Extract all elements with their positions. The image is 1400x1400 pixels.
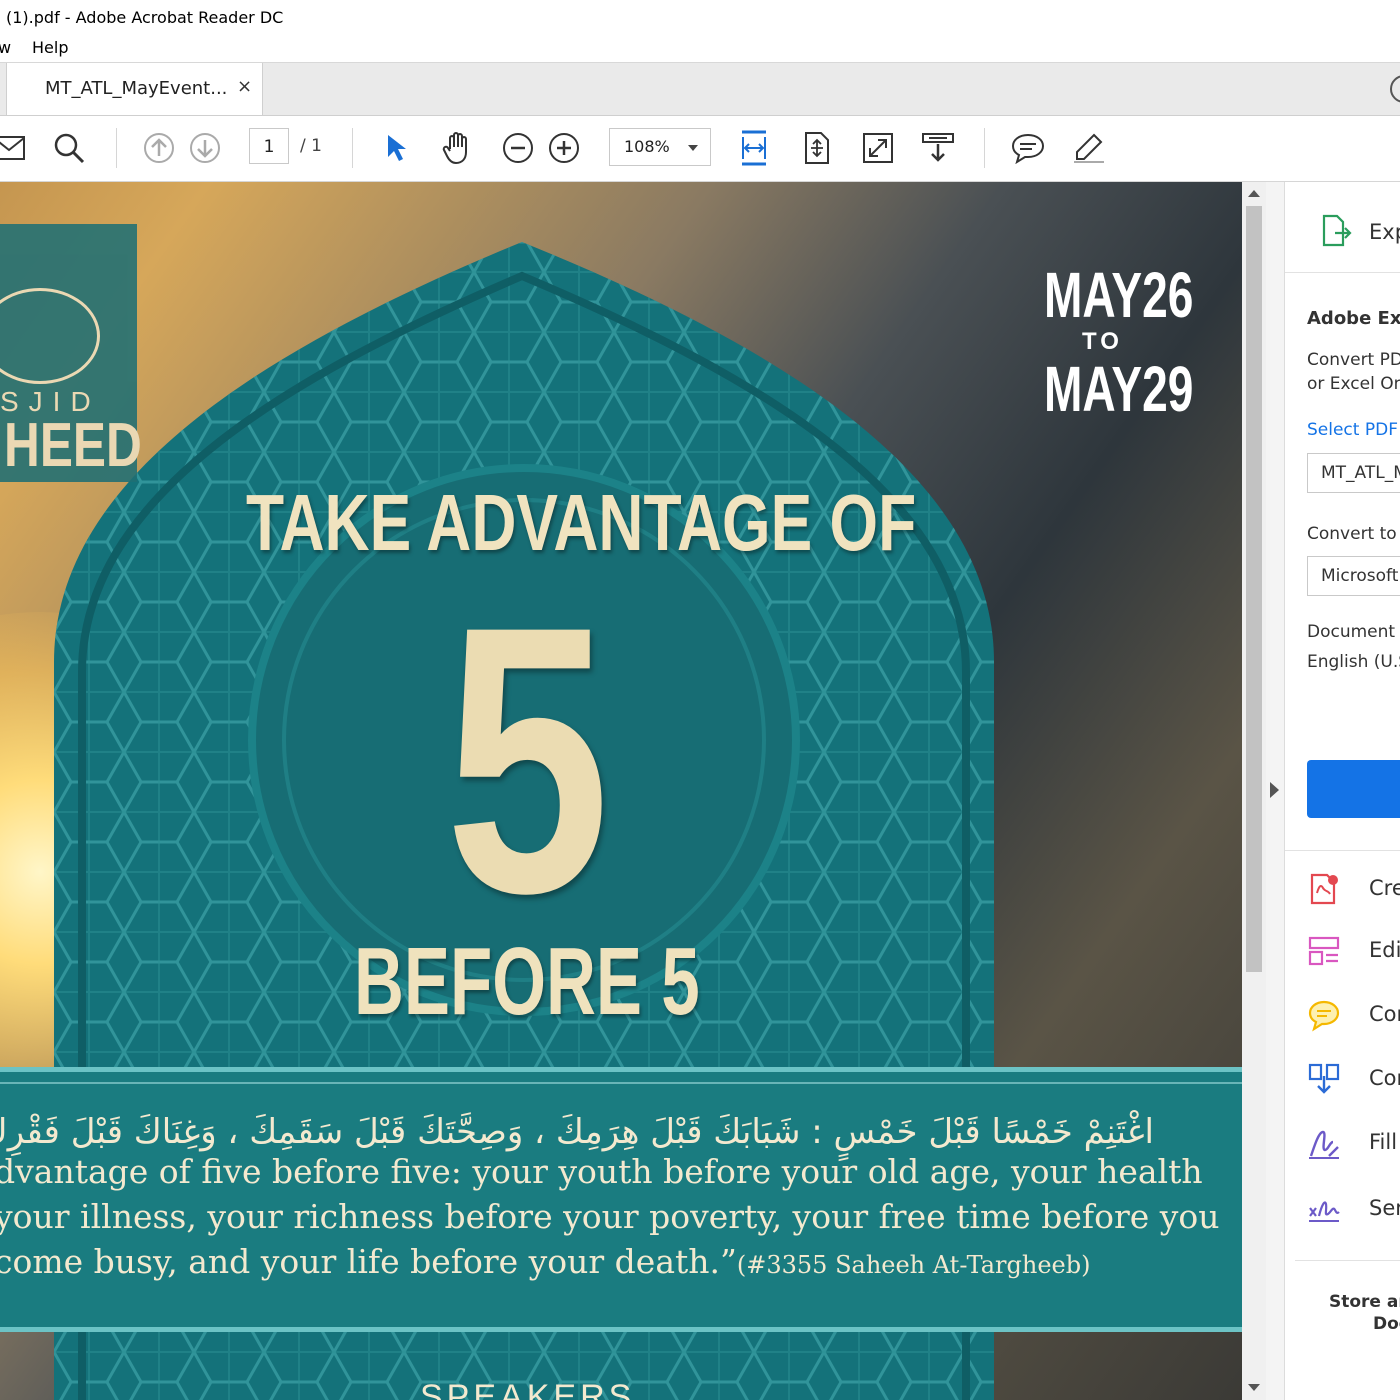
- store-docs-line1: Store an: [1329, 1292, 1400, 1312]
- convert-to-label: Convert to: [1307, 524, 1397, 544]
- menu-bar: w Help: [0, 33, 1400, 63]
- create-pdf-icon: [1310, 873, 1338, 905]
- speakers-heading: SPEAKERS: [420, 1378, 636, 1400]
- masjid-logo: SJID HEED: [0, 224, 142, 482]
- panel-heading: Adobe Exp: [1307, 308, 1400, 329]
- fullscreen-icon[interactable]: [860, 130, 896, 166]
- search-icon[interactable]: [51, 130, 87, 166]
- page-up-icon[interactable]: [141, 130, 177, 166]
- sign-icon[interactable]: [1071, 130, 1107, 166]
- tab-bar: MT_ATL_MayEvent... ×: [0, 63, 1400, 116]
- zoom-select[interactable]: 108%: [609, 128, 711, 166]
- document-language-label: Document l: [1307, 622, 1400, 642]
- tool-send-signature[interactable]: Ser: [1307, 1190, 1400, 1230]
- calligraphy-seal: [0, 288, 100, 384]
- convert-button[interactable]: C: [1307, 760, 1400, 818]
- select-arrow-icon[interactable]: [379, 130, 415, 166]
- hadith-band: اغْتَنِمْ خَمْسًا قَبْلَ خَمْسٍ : شَبَاب…: [0, 1067, 1242, 1332]
- tool-create-pdf[interactable]: Cre: [1307, 870, 1400, 910]
- collapse-pane-icon[interactable]: [1270, 782, 1279, 798]
- english-line1: dvantage of five before five: your youth…: [0, 1152, 1203, 1191]
- tool-comment[interactable]: Cor: [1307, 996, 1400, 1036]
- hand-icon[interactable]: [440, 130, 476, 166]
- page-number-input[interactable]: 1: [249, 128, 289, 164]
- export-label[interactable]: Exp: [1369, 220, 1400, 244]
- citation: (#3355 Saheeh At-Targheeb): [736, 1251, 1091, 1279]
- page-total: / 1: [300, 136, 322, 156]
- panel-desc-line1: Convert PD: [1307, 350, 1400, 370]
- window-title: (1).pdf - Adobe Acrobat Reader DC: [6, 8, 284, 27]
- export-panel: Exp Adobe Exp Convert PD or Excel On Sel…: [1284, 182, 1400, 1400]
- mail-icon[interactable]: [0, 130, 28, 166]
- vertical-scrollbar[interactable]: [1242, 182, 1266, 1400]
- flyer-page: SJID HEED MAY26 TO MAY29 TAKE ADVANTAGE …: [0, 182, 1242, 1400]
- chevron-down-icon: [688, 145, 698, 151]
- zoom-in-icon[interactable]: [546, 130, 582, 166]
- comment-tool-icon: [1308, 1000, 1340, 1032]
- zoom-out-icon[interactable]: [500, 130, 536, 166]
- english-line3: come busy, and your life before your dea…: [0, 1242, 1091, 1281]
- page-down-icon[interactable]: [187, 130, 223, 166]
- big-number: 5: [445, 547, 610, 972]
- scroll-thumb[interactable]: [1246, 206, 1262, 972]
- export-pdf-icon: [1321, 214, 1353, 248]
- logo-line2: HEED: [4, 411, 142, 480]
- fit-page-icon[interactable]: [799, 130, 835, 166]
- fill-sign-icon: [1309, 1130, 1339, 1159]
- document-tab[interactable]: MT_ATL_MayEvent... ×: [6, 63, 263, 115]
- convert-to-select[interactable]: Microsoft: [1307, 556, 1400, 596]
- menu-item-help[interactable]: Help: [32, 38, 68, 57]
- toolbar: 1 / 1 108%: [0, 116, 1400, 182]
- menu-item-view[interactable]: w: [0, 38, 11, 57]
- zoom-value: 108%: [624, 137, 670, 156]
- store-docs-line2: Doc: [1373, 1314, 1400, 1334]
- comment-icon[interactable]: [1010, 130, 1046, 166]
- date-end: MAY29: [1044, 353, 1194, 425]
- scroll-up-arrow[interactable]: [1248, 190, 1260, 197]
- combine-icon: [1308, 1063, 1340, 1094]
- select-pdf-link[interactable]: Select PDF F: [1307, 420, 1400, 440]
- document-view[interactable]: SJID HEED MAY26 TO MAY29 TAKE ADVANTAGE …: [0, 182, 1242, 1400]
- tool-edit-pdf[interactable]: Edi: [1307, 932, 1400, 972]
- edit-pdf-icon: [1308, 936, 1340, 966]
- panel-desc-line2: or Excel On: [1307, 374, 1400, 394]
- scroll-down-arrow[interactable]: [1248, 1384, 1260, 1391]
- tool-combine[interactable]: Cor: [1307, 1060, 1400, 1100]
- document-language-value[interactable]: English (U.S: [1307, 652, 1400, 672]
- tool-fill-sign[interactable]: Fill: [1307, 1124, 1400, 1164]
- english-line2: your illness, your richness before your …: [0, 1197, 1220, 1236]
- subhead: BEFORE 5: [354, 928, 700, 1035]
- arabic-hadith: اغْتَنِمْ خَمْسًا قَبْلَ خَمْسٍ : شَبَاب…: [0, 1112, 1154, 1152]
- date-start: MAY26: [1044, 259, 1194, 331]
- selected-file-field[interactable]: MT_ATL_M: [1307, 453, 1400, 493]
- read-mode-icon[interactable]: [920, 130, 956, 166]
- fit-width-icon[interactable]: [736, 130, 772, 166]
- tools-pane: Exp Adobe Exp Convert PD or Excel On Sel…: [1266, 182, 1400, 1400]
- send-signature-icon: [1309, 1201, 1340, 1222]
- title-bar: (1).pdf - Adobe Acrobat Reader DC: [0, 0, 1400, 33]
- document-tab-label: MT_ATL_MayEvent...: [45, 78, 228, 99]
- close-tab-icon[interactable]: ×: [237, 76, 252, 97]
